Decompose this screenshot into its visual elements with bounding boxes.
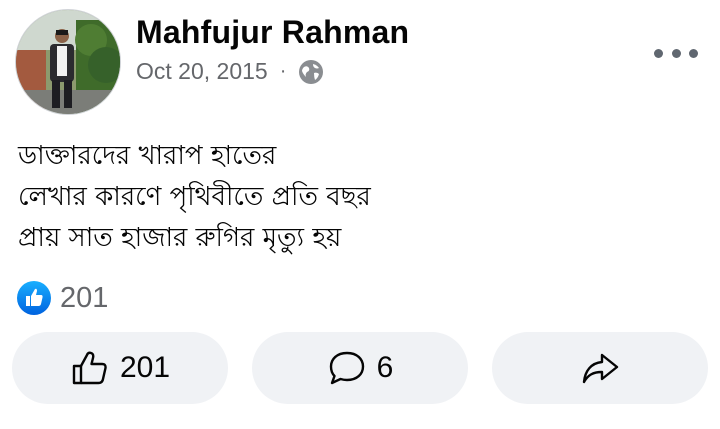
post-date[interactable]: Oct 20, 2015	[136, 58, 268, 85]
post-meta: Oct 20, 2015 ·	[136, 58, 324, 85]
more-dot-icon	[671, 48, 681, 58]
reactions-summary[interactable]: 201	[16, 280, 108, 316]
globe-icon[interactable]	[298, 59, 324, 85]
meta-separator: ·	[279, 60, 287, 82]
post-card: Mahfujur Rahman Oct 20, 2015 · ডাক্তারদে…	[0, 0, 720, 429]
post-text-line: লেখার কারণে পৃথিবীতে প্রতি বছর	[18, 182, 371, 212]
post-text-line: প্রায় সাত হাজার রুগির মৃত্যু হয়	[18, 223, 342, 253]
comment-button[interactable]: 6	[252, 332, 468, 404]
thumbs-up-icon	[72, 351, 107, 385]
comment-icon	[329, 351, 364, 385]
more-dot-icon	[689, 48, 698, 58]
more-options-button[interactable]	[654, 38, 698, 68]
author-name[interactable]: Mahfujur Rahman	[136, 14, 409, 51]
like-reaction-icon	[17, 281, 51, 315]
avatar[interactable]	[16, 10, 120, 114]
more-dot-icon	[654, 48, 663, 58]
comment-count: 6	[376, 351, 394, 384]
like-count: 201	[119, 351, 171, 384]
reaction-count: 201	[60, 281, 109, 314]
post-text: ডাক্তারদের খারাপ হাতের লেখার কারণে পৃথিব…	[18, 136, 371, 259]
share-icon	[582, 353, 619, 384]
share-button[interactable]	[492, 332, 708, 404]
avatar-photo	[16, 10, 120, 114]
like-button[interactable]: 201	[12, 332, 228, 404]
post-text-line: ডাক্তারদের খারাপ হাতের	[18, 141, 277, 171]
